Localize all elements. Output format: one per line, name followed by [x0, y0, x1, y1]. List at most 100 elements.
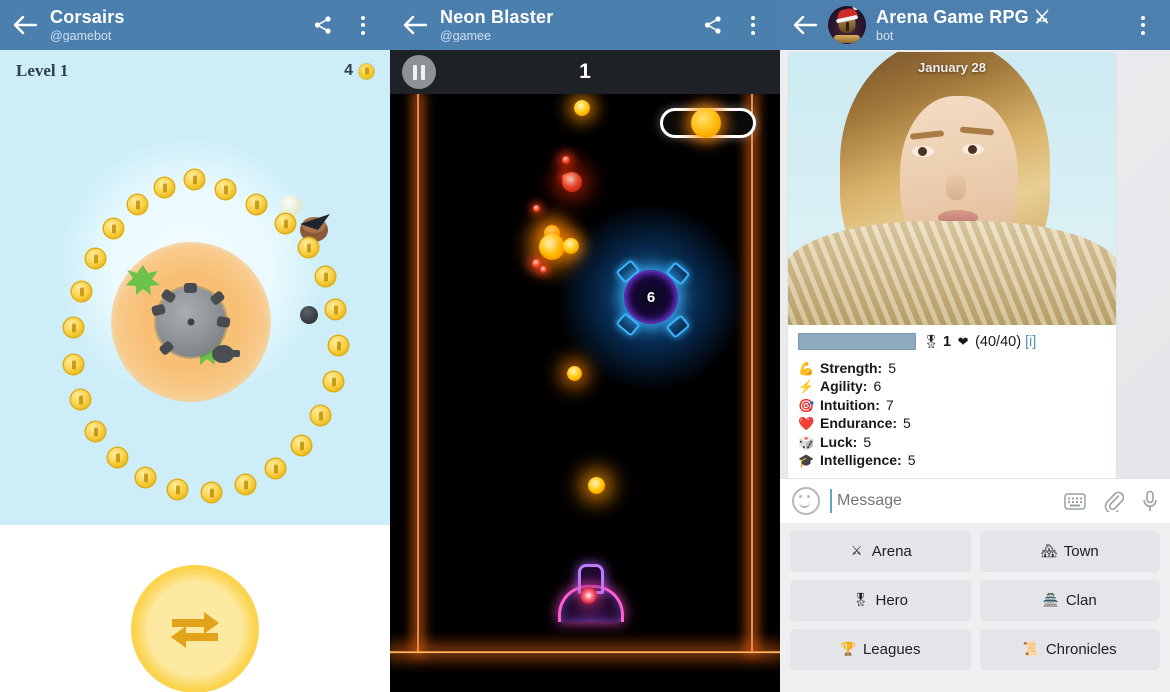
enemy-ring: 6	[624, 270, 678, 324]
keyboard-button-label: Clan	[1065, 591, 1097, 609]
neon-blaster-username: @gamee	[440, 29, 491, 43]
microphone-icon[interactable]	[1142, 490, 1158, 512]
hero-hp-value: (40/40)	[975, 333, 1022, 350]
message-date-overlay: January 28	[918, 60, 986, 75]
keyboard-button-chronicles[interactable]: 📜 Chronicles	[979, 629, 1160, 669]
back-arrow-icon[interactable]	[10, 10, 40, 40]
stat-value: 5	[863, 433, 872, 450]
stat-row-strength: 💪 Strength: 5	[798, 359, 1106, 377]
stat-value: 6	[873, 378, 882, 395]
strength-icon: 💪	[798, 360, 815, 376]
medal-icon: 🎖	[923, 333, 940, 349]
back-arrow-icon[interactable]	[790, 10, 820, 40]
keyboard-button-label: Leagues	[862, 640, 921, 658]
arena-rpg-title-group: Arena Game RPG ⚔ bot	[876, 8, 1130, 43]
luck-icon: 🎲	[798, 434, 815, 450]
keyboard-icon[interactable]	[1064, 492, 1086, 510]
stat-value: 5	[888, 360, 897, 376]
planet	[111, 242, 271, 402]
level-label: Level 1	[16, 61, 69, 80]
corsairs-title: Corsairs	[50, 7, 125, 26]
keyboard-button-leagues[interactable]: 🏆 Leagues	[790, 629, 971, 669]
player-core	[580, 587, 597, 604]
corsairs-username: @gamebot	[50, 29, 112, 43]
stat-row-endurance: ❤️ Endurance: 5	[798, 414, 1106, 432]
keyboard-button-clan[interactable]: 🏯 Clan	[979, 580, 1160, 620]
medal-icon: 🎖	[852, 592, 869, 607]
message-input-bar	[780, 478, 1170, 523]
avatar[interactable]	[828, 6, 866, 44]
projectile	[567, 366, 582, 381]
hero-level-value: 1	[943, 333, 952, 350]
keyboard-button-arena[interactable]: ⚔ Arena	[790, 531, 971, 571]
arena-rpg-title: Arena Game RPG ⚔	[876, 7, 1051, 26]
stat-row-intelligence: 🎓 Intelligence: 5	[798, 451, 1106, 469]
planet-core-turret	[150, 283, 240, 363]
stat-row-agility: ⚡ Agility: 6	[798, 377, 1106, 395]
projectile	[539, 234, 565, 260]
moon-rock	[300, 306, 318, 324]
stat-label: Luck:	[820, 433, 858, 450]
stat-label: Intelligence:	[820, 452, 902, 469]
neon-blaster-title: Neon Blaster	[440, 7, 554, 26]
player-turret[interactable]	[558, 560, 624, 622]
chat-message-list[interactable]: January 28 🎖 1 ❤ (40/40) [i] 💪 Strength:…	[780, 50, 1170, 478]
keyboard-button-town[interactable]: 🏘 Town	[979, 531, 1160, 571]
share-icon[interactable]	[700, 10, 726, 40]
more-options-icon[interactable]	[1130, 10, 1156, 40]
green-splat-icon	[125, 264, 161, 296]
stat-row-intuition: 🎯 Intuition: 7	[798, 396, 1106, 414]
share-icon[interactable]	[310, 10, 336, 40]
smiley-icon[interactable]	[792, 487, 820, 515]
coin-icon	[359, 63, 374, 79]
projectile	[533, 205, 540, 212]
trophy-icon: 🏆	[839, 641, 857, 656]
panel-neon-blaster: Neon Blaster @gamee 1 8	[390, 0, 780, 692]
stat-value: 7	[885, 396, 894, 413]
right-neon-rail	[750, 94, 754, 652]
pause-icon[interactable]	[402, 55, 436, 89]
projectile	[588, 477, 605, 494]
heart-icon: ❤	[957, 333, 969, 349]
coin-counter-pill: 8	[660, 108, 756, 138]
hero-level-hp-row: 🎖 1 ❤ (40/40) [i]	[798, 333, 1106, 350]
three-panel-screenshot: Corsairs @gamebot Level 1 4 Neon Blaster…	[0, 0, 1170, 692]
endurance-icon: ❤️	[798, 416, 815, 432]
corsairs-header: Corsairs @gamebot	[0, 0, 390, 50]
neon-blaster-game-stage[interactable]: 8 6	[390, 94, 780, 692]
level-hp-text: 🎖 1 ❤ (40/40) [i]	[923, 334, 1036, 350]
input-bar-icons	[1064, 490, 1158, 512]
stat-label: Endurance:	[820, 415, 898, 432]
more-options-icon[interactable]	[350, 10, 376, 40]
paperclip-icon[interactable]	[1104, 490, 1124, 512]
back-arrow-icon[interactable]	[400, 10, 430, 40]
hero-portrait: January 28	[788, 52, 1116, 325]
corsairs-header-actions	[310, 10, 380, 40]
corsairs-hud: Level 1 4	[0, 50, 390, 92]
left-neon-rail	[416, 94, 420, 652]
swap-direction-button[interactable]	[136, 570, 254, 688]
swap-arrows-icon	[166, 605, 224, 653]
panel-arena-rpg: Arena Game RPG ⚔ bot January 28 🎖 1 ❤ (4…	[780, 0, 1170, 692]
message-input[interactable]	[830, 489, 1054, 513]
info-link[interactable]: [i]	[1025, 334, 1036, 350]
neon-blaster-header: Neon Blaster @gamee	[390, 0, 780, 50]
coin-count-value: 4	[344, 62, 353, 79]
bot-message-card[interactable]: January 28 🎖 1 ❤ (40/40) [i] 💪 Strength:…	[788, 52, 1116, 478]
keyboard-button-label: Town	[1063, 542, 1099, 560]
keyboard-button-hero[interactable]: 🎖 Hero	[790, 580, 971, 620]
castle-icon: 🏯	[1042, 592, 1059, 607]
neon-blaster-header-actions	[700, 10, 770, 40]
enemy-hp-value: 6	[646, 288, 656, 306]
keyboard-button-label: Chronicles	[1045, 640, 1117, 658]
more-options-icon[interactable]	[740, 10, 766, 40]
bot-keyboard-panel: ⚔ Arena 🏘 Town 🎖 Hero 🏯 Clan 🏆 Leagues 📜…	[780, 523, 1170, 692]
cannon-turret	[212, 345, 240, 363]
arena-rpg-header: Arena Game RPG ⚔ bot	[780, 0, 1170, 50]
swords-icon: ⚔	[850, 543, 863, 558]
projectile	[540, 266, 547, 273]
keyboard-button-label: Hero	[875, 591, 908, 609]
enemy-orb[interactable]: 6	[556, 202, 746, 392]
stat-row-luck: 🎲 Luck: 5	[798, 433, 1106, 451]
corsairs-game-stage[interactable]: Level 1 4	[0, 50, 390, 525]
